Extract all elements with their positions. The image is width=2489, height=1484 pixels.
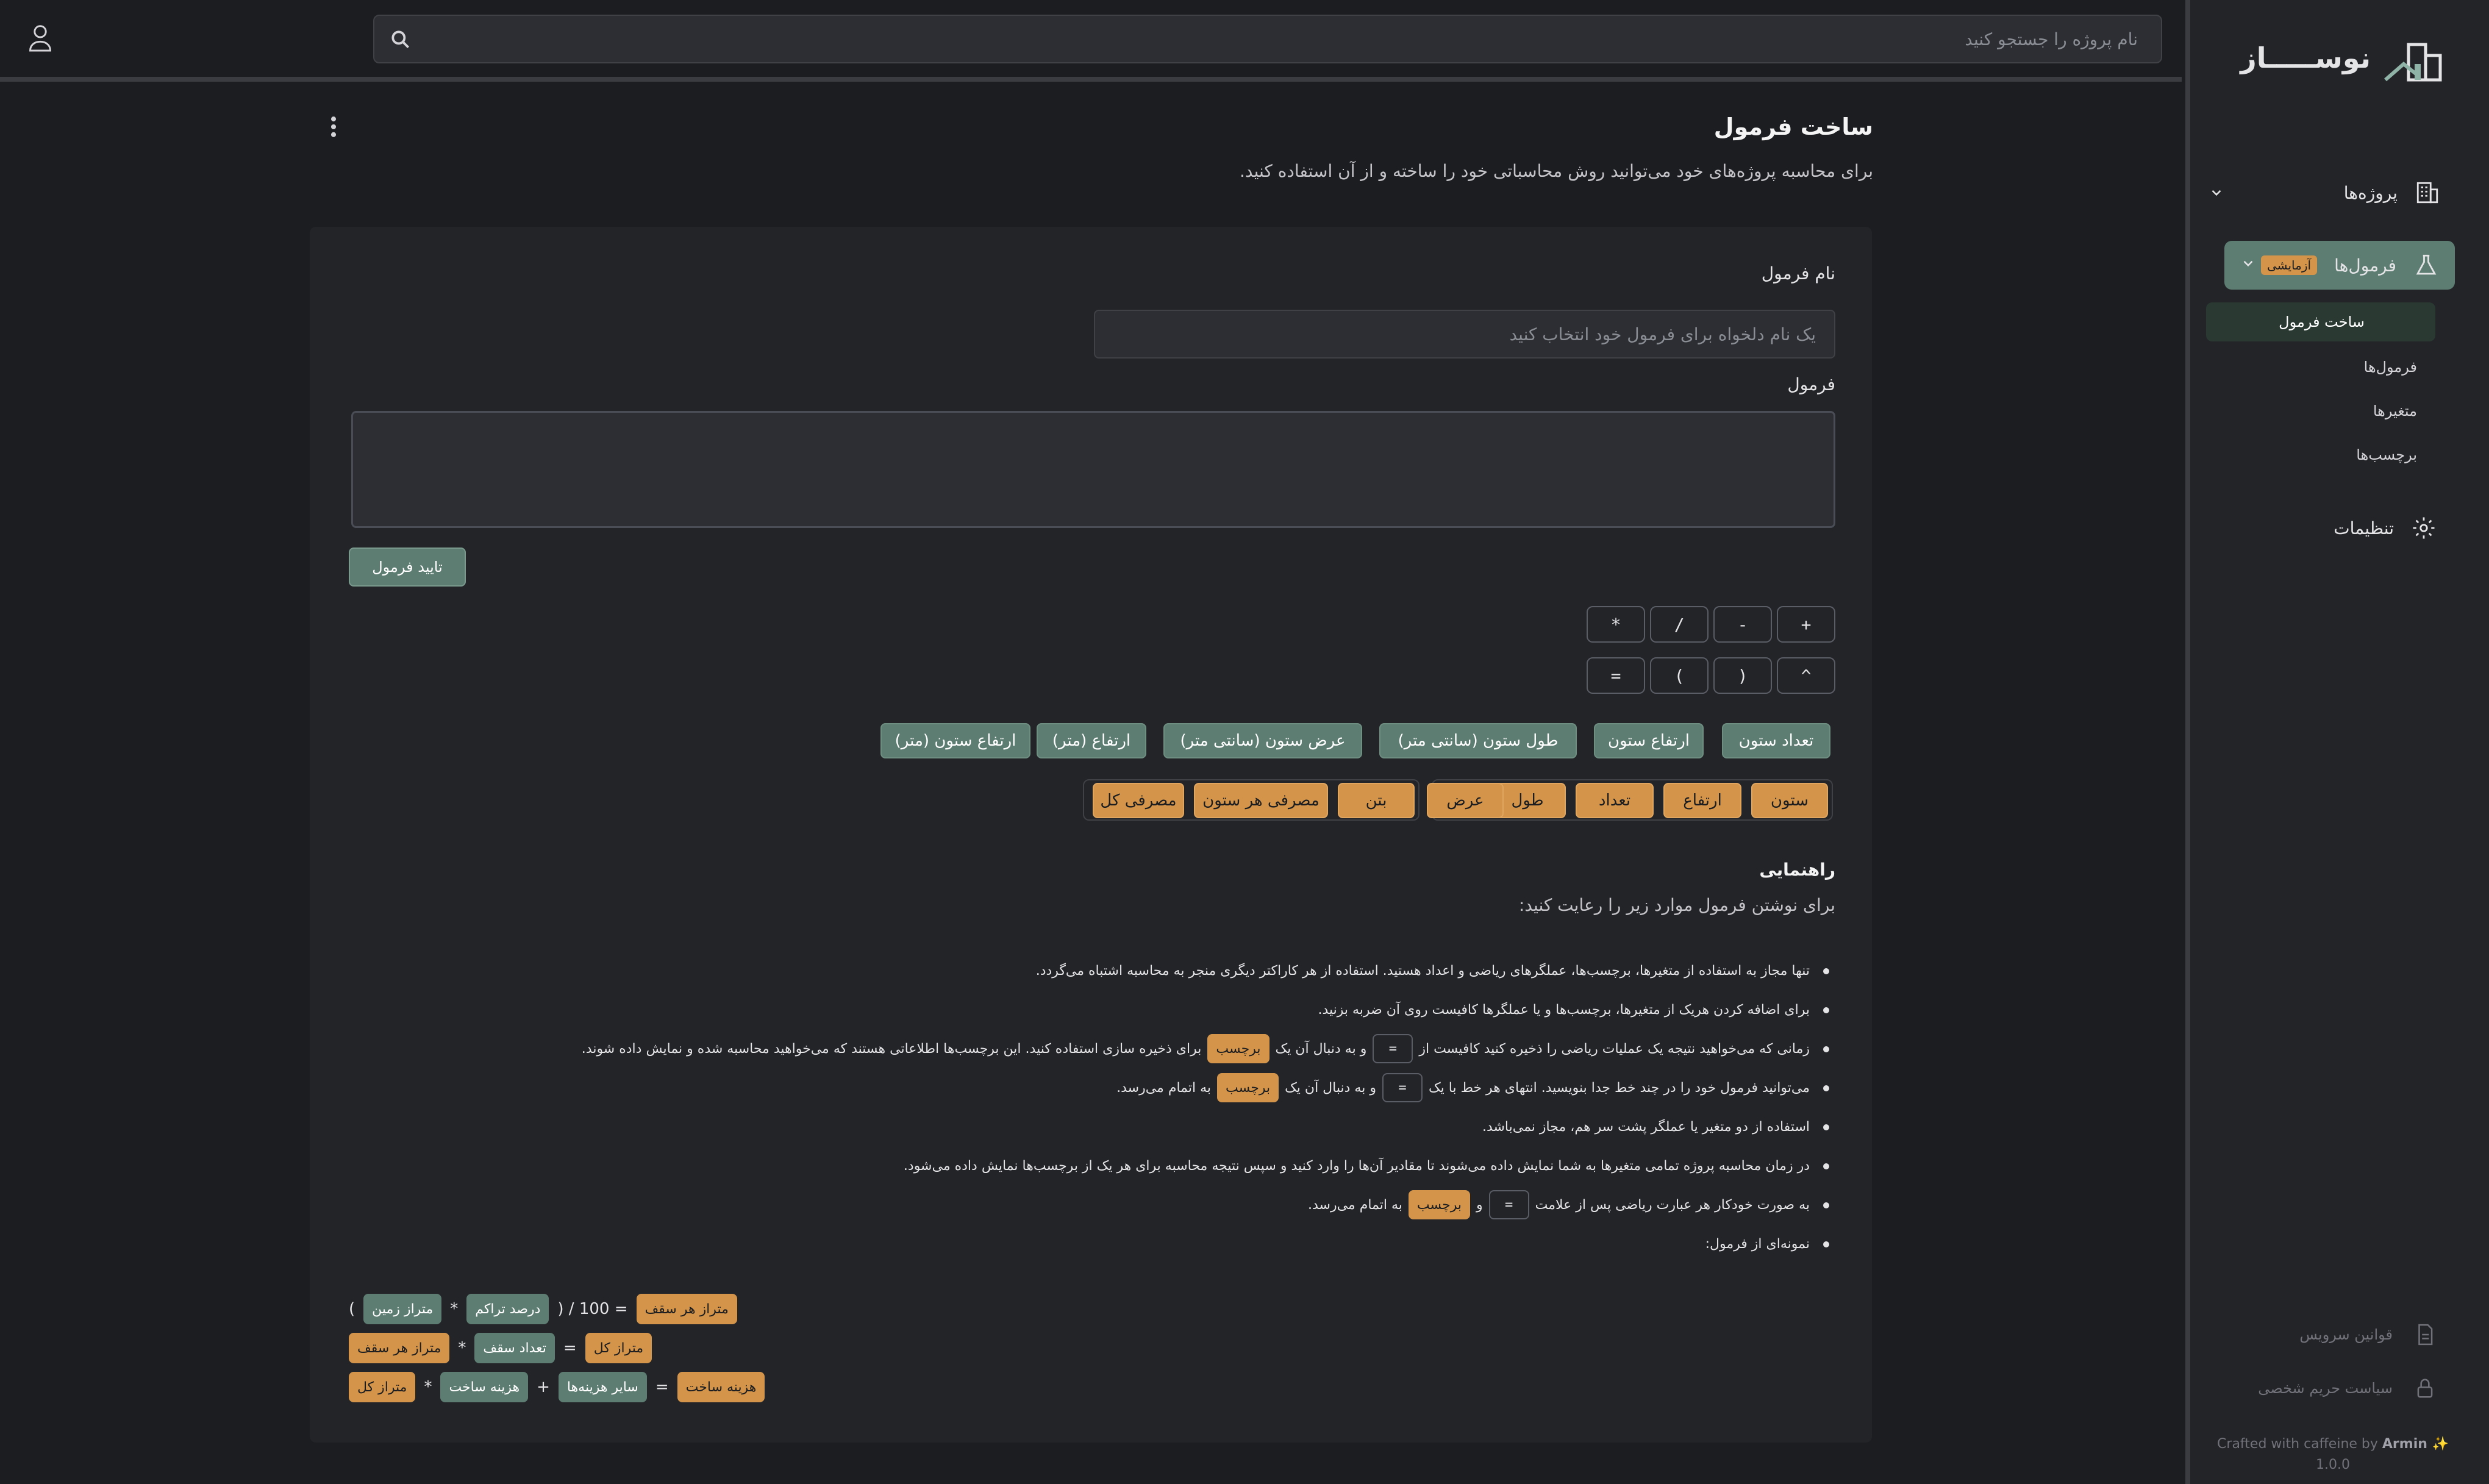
list-item: می‌توانید فرمول خود را در چند خط جدا بنو… xyxy=(372,1068,1835,1107)
sidebar: نوســـــاز پروژه‌ها فرمول‌ها آزمایشی ساخ… xyxy=(2185,0,2489,1484)
operator-divide-button[interactable]: / xyxy=(1650,606,1709,643)
label-sample: برچسب xyxy=(1207,1034,1269,1063)
formula-name-input[interactable] xyxy=(1094,310,1835,359)
operator-minus-button[interactable]: - xyxy=(1713,606,1772,643)
flask-icon xyxy=(2416,254,2437,275)
sidebar-item-create-formula[interactable]: ساخت فرمول xyxy=(2206,302,2435,341)
example-line-3: متراز کل * هزینه ساخت + سایر هزینه‌ها = … xyxy=(349,1372,765,1402)
label-chip[interactable]: ستون xyxy=(1751,783,1828,818)
version: 1.0.0 xyxy=(2316,1457,2350,1472)
operator-plus-button[interactable]: + xyxy=(1777,606,1835,643)
brand-logo[interactable]: نوســـــاز xyxy=(2240,30,2446,85)
example-line-2: متراز هر سقف * تعداد سقف = متراز کل xyxy=(349,1333,652,1363)
example-variable-chip: متراز زمین xyxy=(363,1294,442,1324)
gear-icon xyxy=(2413,517,2435,539)
nav-projects-label: پروژه‌ها xyxy=(2343,182,2398,203)
sidebar-item-formulas[interactable]: فرمول‌ها xyxy=(2364,359,2417,376)
topbar xyxy=(0,0,2182,82)
list-item: نمونه‌ای از فرمول: xyxy=(372,1224,1835,1263)
formula-name-label: نام فرمول xyxy=(1761,263,1835,284)
list-item: زمانی که می‌خواهید نتیجه یک عملیات ریاضی… xyxy=(372,1029,1835,1068)
guide-intro: برای نوشتن فرمول موارد زیر را رعایت کنید… xyxy=(1518,895,1835,915)
terms-link[interactable]: قوانین سرویس xyxy=(2299,1323,2437,1346)
operator-close-paren-button[interactable]: ) xyxy=(1650,657,1709,694)
example-variable-chip: تعداد سقف xyxy=(474,1333,555,1363)
operator-open-paren-button[interactable]: ( xyxy=(1713,657,1772,694)
more-options-icon[interactable] xyxy=(324,113,343,140)
example-label-chip: متراز هر سقف xyxy=(349,1333,450,1363)
label-chip[interactable]: عرض xyxy=(1427,783,1504,818)
label-chip[interactable]: تعداد xyxy=(1576,783,1654,818)
variable-chip[interactable]: ارتفاع ستون (متر) xyxy=(880,723,1030,758)
variable-chip[interactable]: طول ستون (سانتی متر) xyxy=(1379,723,1577,758)
label-chip[interactable]: بتن xyxy=(1338,783,1415,818)
lock-icon xyxy=(2417,1379,2433,1398)
equals-sample: = xyxy=(1373,1034,1413,1063)
example-variable-chip: سایر هزینه‌ها xyxy=(558,1372,647,1402)
building-logo-icon xyxy=(2384,43,2442,82)
user-icon[interactable] xyxy=(27,22,54,52)
credit-author[interactable]: Armin ✨ xyxy=(2382,1436,2449,1452)
nav-settings-label: تنظیمات xyxy=(2334,518,2394,538)
list-item: در زمان محاسبه پروژه تمامی متغیرها به شم… xyxy=(372,1146,1835,1185)
search-input[interactable] xyxy=(374,16,2161,62)
example-label-chip: متراز کل xyxy=(585,1333,652,1363)
label-chip[interactable]: ارتفاع xyxy=(1663,783,1741,818)
guide-title: راهنمایی xyxy=(1759,860,1835,880)
guide-rules-list: تنها مجاز به استفاده از متغیرها، برچسب‌ه… xyxy=(372,951,1835,1263)
building-icon xyxy=(2416,182,2438,204)
operator-multiply-button[interactable]: * xyxy=(1587,606,1645,643)
nav-projects[interactable]: پروژه‌ها xyxy=(2209,180,2440,205)
privacy-label: سیاست حریم شخصی xyxy=(2258,1380,2393,1397)
list-item: تنها مجاز به استفاده از متغیرها، برچسب‌ه… xyxy=(372,951,1835,990)
page-title: ساخت فرمول xyxy=(1713,113,1873,140)
search-box xyxy=(373,15,2162,63)
label-sample: برچسب xyxy=(1217,1073,1279,1102)
sidebar-item-labels[interactable]: برچسب‌ها xyxy=(2356,446,2417,463)
variable-chip[interactable]: تعداد ستون xyxy=(1722,723,1830,758)
sidebar-item-variables[interactable]: متغیرها xyxy=(2373,402,2417,419)
label-chip[interactable]: مصرفی کل xyxy=(1093,783,1184,818)
confirm-formula-button[interactable]: تایید فرمول xyxy=(349,548,466,587)
nav-formulas-label: فرمول‌ها xyxy=(2334,255,2396,276)
example-label-chip: متراز کل xyxy=(349,1372,416,1402)
nav-settings[interactable]: تنظیمات xyxy=(2334,515,2437,541)
chevron-down-icon[interactable] xyxy=(2240,255,2256,271)
equals-sample: = xyxy=(1382,1073,1423,1102)
list-item: استفاده از دو متغیر یا عملگر پشت سر هم، … xyxy=(372,1107,1835,1146)
beta-badge: آزمایشی xyxy=(2260,255,2318,275)
document-icon xyxy=(2418,1324,2433,1346)
privacy-link[interactable]: سیاست حریم شخصی xyxy=(2258,1377,2437,1400)
chevron-down-icon[interactable] xyxy=(2209,185,2224,201)
example-line-1: ( متراز زمین * درصد تراکم ) / 100 = مترا… xyxy=(349,1294,737,1324)
list-item: برای اضافه کردن هریک از متغیرها، برچسب‌ه… xyxy=(372,990,1835,1029)
credit-text: Crafted with caffeine by xyxy=(2217,1436,2378,1452)
variable-chip[interactable]: عرض ستون (سانتی متر) xyxy=(1163,723,1362,758)
example-label-chip: متراز هر سقف xyxy=(636,1294,737,1324)
label-sample: برچسب xyxy=(1408,1190,1470,1219)
nav-formulas[interactable]: فرمول‌ها آزمایشی xyxy=(2224,241,2455,290)
page-description: برای محاسبه پروژه‌های خود می‌توانید روش … xyxy=(1239,161,1873,181)
formula-textarea[interactable] xyxy=(351,411,1835,528)
example-variable-chip: درصد تراکم xyxy=(466,1294,549,1324)
search-icon[interactable] xyxy=(389,28,412,51)
operator-equals-button[interactable]: = xyxy=(1587,657,1645,694)
operator-power-button[interactable]: ^ xyxy=(1777,657,1835,694)
label-chip[interactable]: مصرفی هر ستون xyxy=(1194,783,1328,818)
formula-label: فرمول xyxy=(1787,374,1835,394)
variable-chip[interactable]: ارتفاع (متر) xyxy=(1037,723,1146,758)
brand-name: نوســـــاز xyxy=(2240,41,2371,74)
list-item: به صورت خودکار هر عبارت ریاضی پس از علام… xyxy=(372,1185,1835,1224)
terms-label: قوانین سرویس xyxy=(2299,1326,2393,1343)
example-variable-chip: هزینه ساخت xyxy=(440,1372,529,1402)
credit: Crafted with caffeine by Armin ✨ 1.0.0 xyxy=(2216,1434,2450,1475)
variable-chip[interactable]: ارتفاع ستون xyxy=(1594,723,1704,758)
example-label-chip: هزینه ساخت xyxy=(677,1372,765,1402)
equals-sample: = xyxy=(1488,1190,1529,1219)
